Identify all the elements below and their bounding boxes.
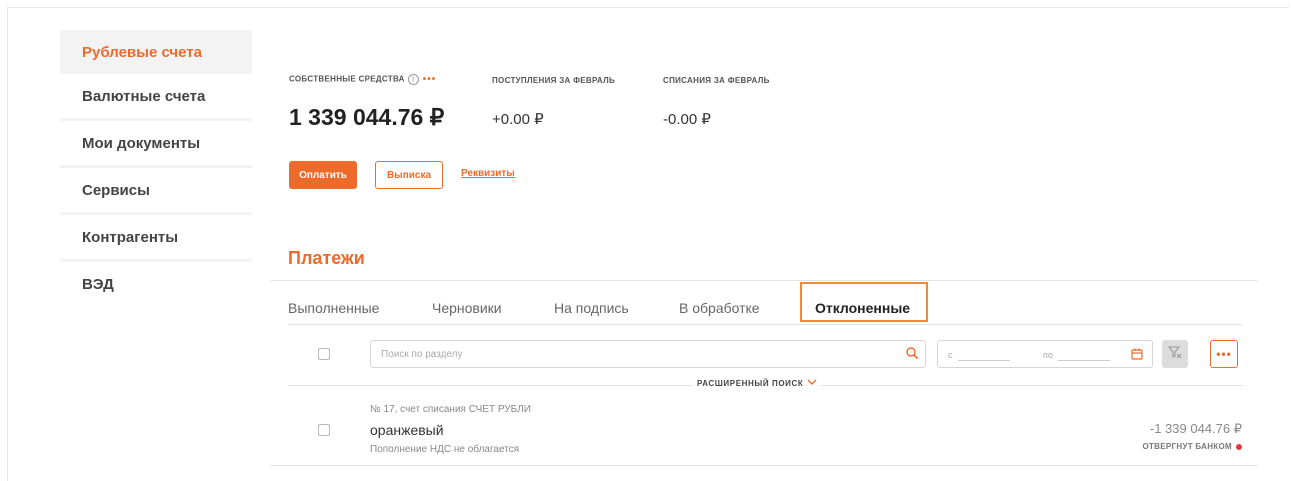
payment-subtitle: Пополнение НДС не облагается xyxy=(370,444,520,455)
clear-filter-button[interactable] xyxy=(1162,340,1188,368)
search-input[interactable]: Поиск по разделу xyxy=(370,340,926,368)
date-range-field[interactable]: с по xyxy=(937,340,1153,368)
advanced-search-label: РАСШИРЕННЫЙ ПОИСК xyxy=(697,379,804,388)
row-checkbox[interactable] xyxy=(318,424,330,436)
sidebar-item-my-documents[interactable]: Мои документы xyxy=(60,121,252,165)
sidebar-item-label: Рублевые счета xyxy=(82,43,202,61)
sidebar-item-services[interactable]: Сервисы xyxy=(60,168,252,212)
requisites-link[interactable]: Реквизиты xyxy=(461,168,515,179)
divider xyxy=(270,280,1258,281)
sidebar-item-currency-accounts[interactable]: Валютные счета xyxy=(60,74,252,118)
filter-clear-icon xyxy=(1167,344,1183,365)
sidebar-item-ved[interactable]: ВЭД xyxy=(60,262,252,481)
sidebar-item-label: Сервисы xyxy=(82,181,150,199)
sidebar: Рублевые счета Валютные счета Мои докуме… xyxy=(60,30,252,481)
sidebar-item-label: Мои документы xyxy=(82,134,201,152)
chevron-down-icon xyxy=(807,379,817,388)
sidebar-item-rub-accounts[interactable]: Рублевые счета xyxy=(60,30,252,74)
select-all-checkbox[interactable] xyxy=(318,348,330,360)
tab-rejected[interactable]: Отклоненные xyxy=(815,300,910,316)
own-funds-label: СОБСТВЕННЫЕ СРЕДСТВА i ••• xyxy=(289,74,436,85)
date-to-label: по xyxy=(1043,350,1053,360)
statement-button[interactable]: Выписка xyxy=(375,161,443,189)
date-to-input[interactable] xyxy=(1058,360,1110,361)
expense-amount: -0.00 ₽ xyxy=(663,111,711,128)
sidebar-item-counterparties[interactable]: Контрагенты xyxy=(60,215,252,259)
payment-amount: -1 339 044.76 ₽ xyxy=(1149,421,1242,436)
tab-drafts[interactable]: Черновики xyxy=(432,300,502,316)
search-icon[interactable] xyxy=(905,346,919,365)
search-placeholder: Поиск по разделу xyxy=(381,349,463,360)
row-divider xyxy=(270,465,1258,466)
tab-to-sign[interactable]: На подпись xyxy=(554,300,629,316)
main-panel: СОБСТВЕННЫЕ СРЕДСТВА i ••• ПОСТУПЛЕНИЯ ЗА … xyxy=(270,44,1258,481)
payments-title: Платежи xyxy=(288,248,365,268)
info-icon[interactable]: i xyxy=(407,74,419,85)
more-dots-icon[interactable]: ••• xyxy=(423,74,437,85)
income-label: ПОСТУПЛЕНИЯ ЗА ФЕВРАЛЬ xyxy=(492,76,616,85)
tabs-divider xyxy=(288,324,1243,325)
payment-meta: № 17, счет списания СЧЕТ РУБЛИ xyxy=(370,404,531,415)
income-amount: +0.00 ₽ xyxy=(492,111,544,128)
payment-title: оранжевый xyxy=(370,422,444,438)
balance-amount: 1 339 044.76 ₽ xyxy=(289,104,445,130)
sidebar-item-label: Контрагенты xyxy=(82,228,179,246)
more-actions-button[interactable]: ••• xyxy=(1210,340,1238,368)
sidebar-item-label: Валютные счета xyxy=(82,87,206,105)
status-badge: ОТВЕРГНУТ БАНКОМ xyxy=(1142,442,1242,451)
calendar-icon[interactable] xyxy=(1130,347,1144,366)
advanced-search-toggle[interactable]: РАСШИРЕННЫЙ ПОИСК xyxy=(693,379,822,388)
tab-processing[interactable]: В обработке xyxy=(679,300,760,316)
expense-label: СПИСАНИЯ ЗА ФЕВРАЛЬ xyxy=(663,76,770,85)
own-funds-label-text: СОБСТВЕННЫЕ СРЕДСТВА xyxy=(289,74,405,84)
date-from-label: с xyxy=(948,350,953,360)
status-dot-icon xyxy=(1236,443,1242,450)
pay-button[interactable]: Оплатить xyxy=(289,161,357,189)
status-text: ОТВЕРГНУТ БАНКОМ xyxy=(1142,442,1232,451)
date-from-input[interactable] xyxy=(958,360,1010,361)
tab-completed[interactable]: Выполненные xyxy=(288,300,379,316)
sidebar-item-label: ВЭД xyxy=(82,276,114,293)
